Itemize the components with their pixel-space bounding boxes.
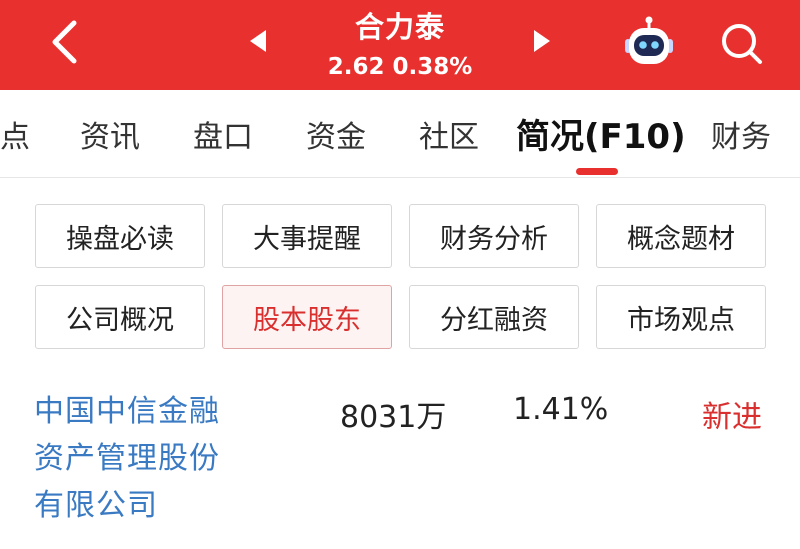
assistant-button[interactable] (620, 16, 678, 72)
submenu-market-views[interactable]: 市场观点 (596, 285, 766, 349)
shareholder-shares: 8031万 (340, 400, 447, 435)
tab-quotes[interactable]: 盘口 (193, 112, 253, 156)
tab-funds[interactable]: 资金 (306, 112, 366, 156)
active-tab-indicator (576, 168, 618, 175)
submenu-must-read[interactable]: 操盘必读 (35, 204, 205, 268)
shareholder-name-line: 有限公司 (34, 488, 158, 523)
triangle-right-icon (534, 30, 550, 52)
stock-title: 合力泰 2.62 0.38% (0, 0, 800, 90)
submenu-financial-analysis[interactable]: 财务分析 (409, 204, 579, 268)
submenu-shareholders[interactable]: 股本股东 (222, 285, 392, 349)
submenu-company-profile[interactable]: 公司概况 (35, 285, 205, 349)
tab-bar: 点 资讯 盘口 资金 社区 简况(F10) 财务 (0, 90, 800, 178)
prev-stock-button[interactable] (244, 26, 272, 56)
search-button[interactable] (716, 18, 768, 70)
shareholder-name-line: 中国中信金融 (34, 394, 220, 429)
tab-community[interactable]: 社区 (419, 112, 479, 156)
submenu-events[interactable]: 大事提醒 (222, 204, 392, 268)
stock-name: 合力泰 (354, 10, 445, 44)
shareholder-change-badge: 新进 (702, 400, 762, 435)
submenu-concepts[interactable]: 概念题材 (596, 204, 766, 268)
shareholder-ratio: 1.41% (513, 392, 609, 427)
tab-news[interactable]: 资讯 (80, 112, 140, 156)
app-header: 合力泰 2.62 0.38% (0, 0, 800, 90)
shareholder-name-line: 资产管理股份 (34, 441, 220, 476)
tab-f10[interactable]: 简况(F10) (516, 109, 686, 158)
stock-quote: 2.62 0.38% (327, 54, 473, 80)
triangle-left-icon (250, 30, 266, 52)
shareholder-name-link[interactable]: 中国中信金融 资产管理股份 有限公司 (34, 388, 244, 529)
submenu-dividends[interactable]: 分红融资 (409, 285, 579, 349)
tab-overview-partial[interactable]: 点 (0, 112, 30, 156)
tab-finance[interactable]: 财务 (711, 112, 771, 156)
search-icon (722, 24, 762, 64)
next-stock-button[interactable] (528, 26, 556, 56)
robot-icon (625, 16, 673, 64)
